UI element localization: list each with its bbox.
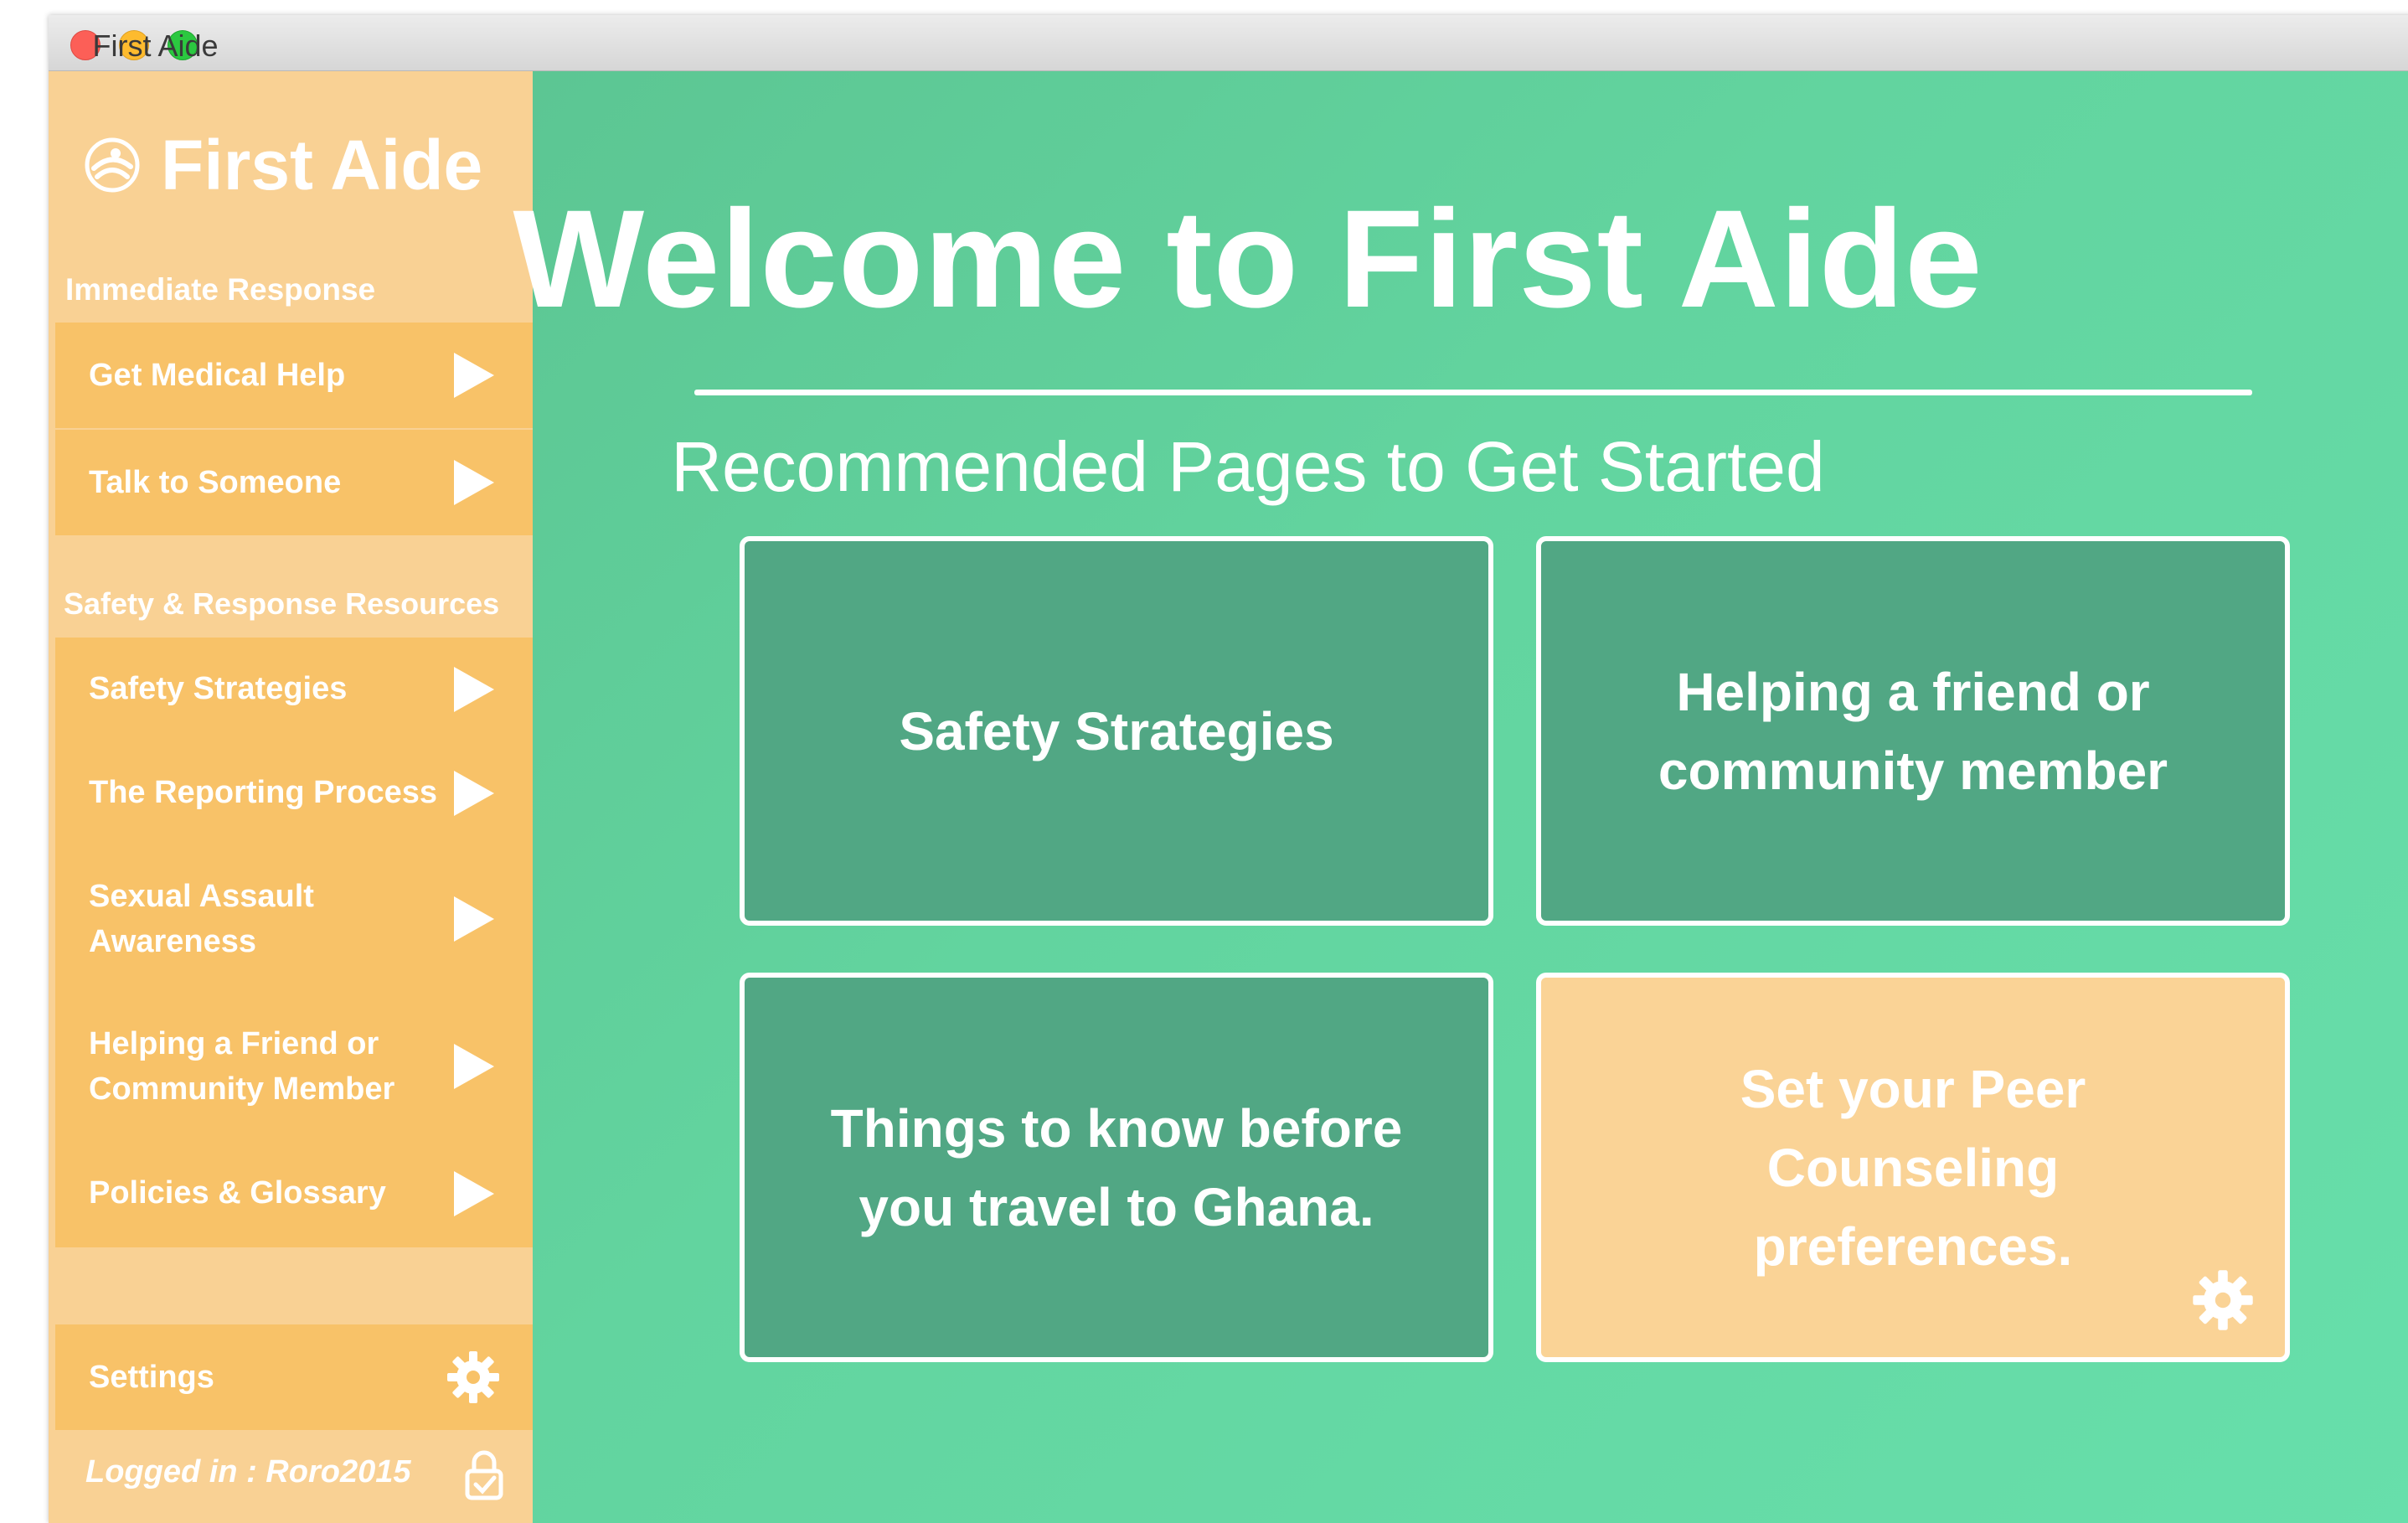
lock-icon[interactable] xyxy=(462,1449,506,1501)
section-safety-resources: Safety & Response Resources xyxy=(64,586,500,621)
nav-item-label: Get Medical Help xyxy=(89,358,346,393)
chevron-right-icon xyxy=(454,1044,494,1089)
nav-item-label: Settings xyxy=(89,1360,214,1395)
nav-item-label: Sexual Assault Awareness xyxy=(89,879,314,959)
card-travel-to-ghana[interactable]: Things to know before you travel to Ghan… xyxy=(740,973,1493,1362)
chevron-right-icon xyxy=(454,896,494,942)
card-safety-strategies[interactable]: Safety Strategies xyxy=(740,536,1493,926)
window-title: First Aide xyxy=(92,28,219,63)
card-peer-counseling-preferences[interactable]: Set your Peer Counseling preferences. xyxy=(1536,973,2290,1362)
main-content: Welcome to First Aide Recommended Pages … xyxy=(513,71,2408,1523)
page-title: Welcome to First Aide xyxy=(513,182,1983,337)
gear-icon xyxy=(447,1351,499,1403)
nav-helping-a-friend[interactable]: Helping a Friend or Community Member xyxy=(55,993,533,1140)
app-window: First Aide First Aide Immediate Response… xyxy=(49,15,2408,1523)
card-label: Set your Peer Counseling preferences. xyxy=(1740,1058,2086,1277)
nav-item-label: Helping a Friend or Community Member xyxy=(89,1026,395,1107)
card-label: Helping a friend or community member xyxy=(1658,661,2168,801)
nav-policies-glossary[interactable]: Policies & Glossary xyxy=(55,1140,533,1247)
nav-item-label: Policies & Glossary xyxy=(89,1175,386,1211)
chevron-right-icon xyxy=(454,353,494,398)
chevron-right-icon xyxy=(454,667,494,712)
card-label: Safety Strategies xyxy=(899,700,1334,762)
nav-safety-strategies[interactable]: Safety Strategies xyxy=(55,638,533,741)
title-divider xyxy=(694,390,2252,395)
logged-in-status: Logged in : Roro2015 xyxy=(55,1431,533,1523)
first-aide-logo-icon xyxy=(85,137,140,193)
title-bar: First Aide xyxy=(49,15,2408,71)
gear-icon xyxy=(2193,1270,2253,1330)
nav-sexual-assault-awareness[interactable]: Sexual Assault Awareness xyxy=(55,845,533,993)
nav-reporting-process[interactable]: The Reporting Process xyxy=(55,741,533,845)
page-subtitle: Recommended Pages to Get Started xyxy=(671,427,1825,506)
nav-settings[interactable]: Settings xyxy=(55,1324,533,1430)
chevron-right-icon xyxy=(454,771,494,816)
card-helping-a-friend[interactable]: Helping a friend or community member xyxy=(1536,536,2290,926)
chevron-right-icon xyxy=(454,1171,494,1216)
nav-item-label: The Reporting Process xyxy=(89,775,437,810)
card-label: Things to know before you travel to Ghan… xyxy=(830,1097,1403,1237)
nav-item-label: Safety Strategies xyxy=(89,671,348,706)
logged-in-text: Logged in : Roro2015 xyxy=(85,1454,411,1489)
